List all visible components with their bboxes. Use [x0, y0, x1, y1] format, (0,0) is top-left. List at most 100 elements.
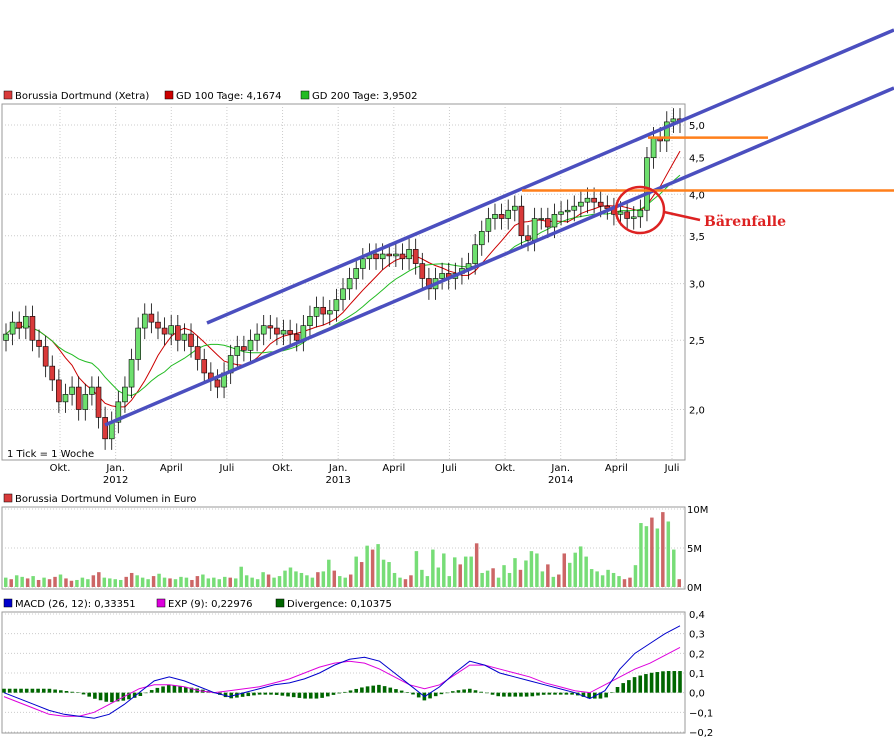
candle-body — [525, 235, 531, 241]
candle-body — [254, 333, 260, 341]
volume-bar — [244, 575, 249, 587]
volume-bar — [20, 576, 24, 587]
volume-bar — [595, 571, 599, 587]
candle-body — [168, 325, 174, 335]
price-y-tick-label: 3,0 — [689, 280, 705, 291]
candle-body — [419, 263, 426, 279]
divergence-bar — [621, 683, 625, 693]
candle-body — [313, 306, 320, 317]
divergence-bar — [257, 692, 262, 695]
divergence-bar — [672, 671, 677, 693]
volume-bar — [338, 576, 342, 587]
divergence-bar — [87, 692, 92, 697]
candle-body — [201, 359, 208, 374]
candle-body — [247, 339, 254, 351]
divergence-bar — [98, 692, 103, 701]
candle-body — [234, 346, 241, 356]
volume-bar — [359, 562, 364, 587]
divergence-bar — [166, 684, 171, 693]
volume-bar — [431, 549, 435, 587]
candle-body — [472, 244, 478, 264]
candle-body — [412, 249, 419, 264]
divergence-bar — [445, 692, 449, 694]
divergence-bar — [252, 692, 256, 696]
volume-bar — [140, 577, 145, 587]
volume-bar — [354, 556, 358, 587]
volume-bar — [146, 579, 150, 587]
volume-bar — [409, 575, 413, 587]
volume-bar — [639, 523, 643, 587]
volume-bar — [469, 556, 473, 587]
divergence-bar — [524, 692, 529, 697]
volume-bar — [546, 564, 550, 587]
divergence-bar — [76, 692, 80, 694]
candle-body — [82, 394, 89, 410]
volume-bar — [578, 546, 583, 587]
divergence-bar — [337, 692, 341, 694]
price-y-tick-label: 4,0 — [689, 190, 705, 201]
volume-bar — [173, 579, 178, 587]
legend-label-macd: MACD (26, 12): 0,33351 — [15, 599, 136, 610]
price-y-tick-label: 5,0 — [689, 121, 705, 132]
divergence-bar — [530, 692, 535, 697]
volume-bar — [644, 526, 649, 587]
volume-bar — [157, 573, 161, 587]
candle-body — [492, 214, 498, 219]
volume-bar — [162, 577, 167, 587]
volume-bar — [53, 576, 57, 587]
divergence-bar — [7, 688, 12, 693]
candle-body — [320, 306, 326, 315]
candle-body — [558, 211, 564, 215]
candle-body — [578, 201, 584, 207]
volume-bar — [206, 578, 211, 587]
price-y-tick-label: 4,5 — [689, 154, 705, 165]
divergence-bar — [36, 688, 40, 693]
candle-body — [280, 330, 287, 335]
divergence-bar — [558, 692, 563, 695]
volume-bar — [502, 565, 506, 587]
price-x-tick-label: Okt. — [495, 463, 516, 474]
volume-bar — [47, 579, 52, 587]
volume-bar — [491, 568, 495, 587]
candle-body — [293, 333, 300, 341]
volume-bar — [672, 549, 676, 587]
price-x-tick-label: April — [160, 463, 183, 474]
candle-body — [630, 216, 637, 219]
candle-body — [399, 253, 406, 260]
candle-body — [274, 327, 280, 335]
legend-swatch-macd — [3, 598, 13, 608]
volume-bar — [529, 551, 534, 587]
candle-body — [29, 316, 36, 341]
divergence-bar — [666, 671, 671, 693]
divergence-bar — [411, 692, 415, 695]
divergence-bar — [354, 688, 359, 693]
legend-label-exp: EXP (9): 0,22976 — [168, 599, 252, 610]
volume-bar — [562, 553, 567, 587]
divergence-bar — [263, 692, 268, 695]
divergence-bar — [541, 692, 546, 695]
volume-bar — [321, 571, 326, 587]
macd-legend: MACD (26, 12): 0,33351 EXP (9): 0,22976 … — [3, 598, 392, 610]
volume-bar — [557, 574, 561, 587]
volume-bar — [677, 579, 681, 587]
volume-bar — [261, 572, 265, 587]
volume-bar — [184, 577, 189, 587]
divergence-bar — [479, 691, 483, 693]
price-x-tick-label: Jan. — [328, 463, 348, 474]
divergence-bar — [485, 692, 489, 694]
volume-bar — [589, 569, 594, 587]
divergence-bar — [348, 690, 353, 693]
volume-bar — [212, 577, 216, 587]
volume-bar — [190, 579, 194, 587]
legend-swatch-exp — [156, 598, 166, 608]
candle-body — [69, 386, 75, 395]
candle-body — [267, 325, 274, 329]
divergence-bar — [655, 672, 660, 693]
candle-body — [62, 394, 69, 403]
volume-bar — [453, 557, 457, 587]
volume-bar — [387, 562, 391, 587]
volume-bar — [299, 572, 304, 587]
price-legend: Borussia Dortmund (Xetra) GD 100 Tage: 4… — [3, 90, 418, 102]
volume-bar — [381, 559, 386, 587]
volume-bar — [277, 576, 282, 587]
